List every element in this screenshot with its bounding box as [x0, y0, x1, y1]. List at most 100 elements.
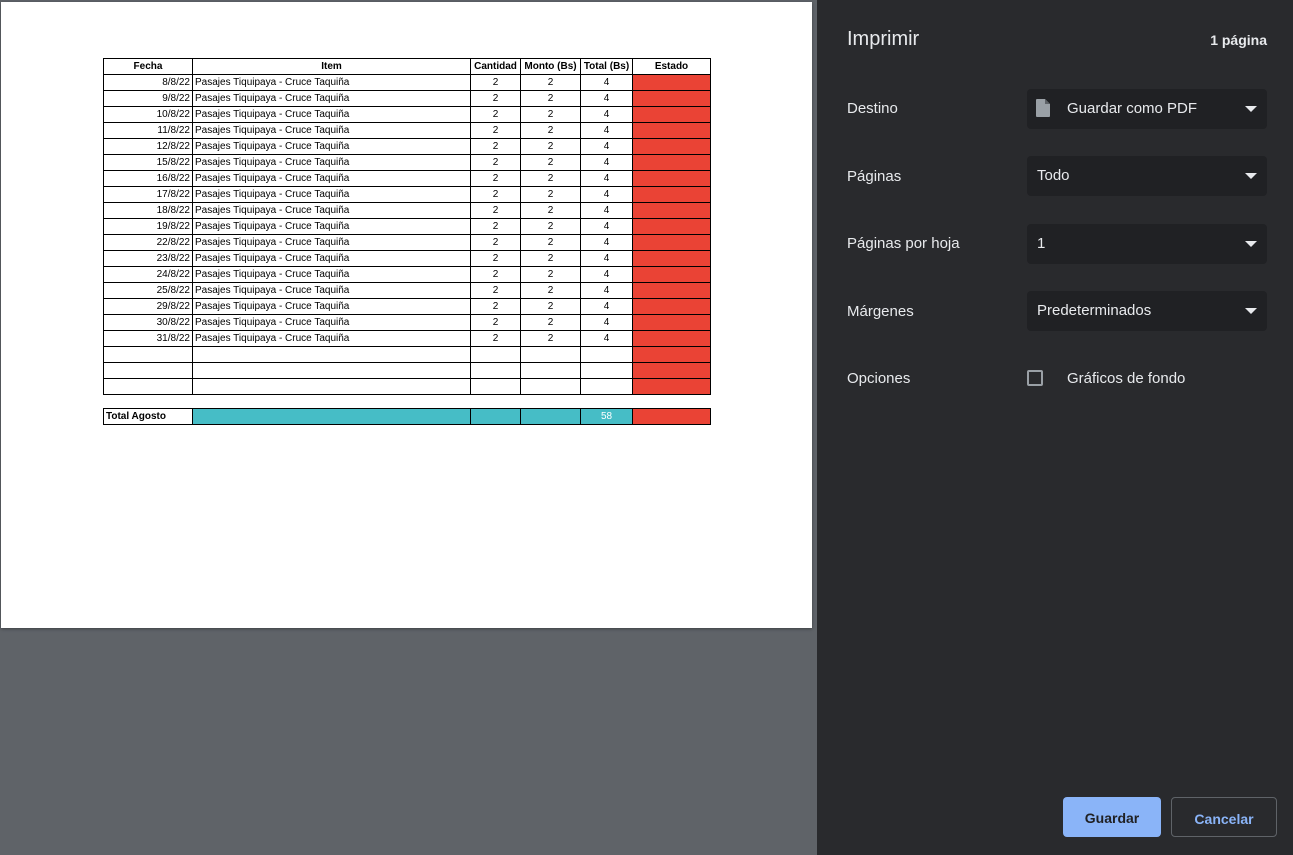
cell-total: 4 [580, 218, 633, 235]
cell-cantidad: 2 [470, 234, 521, 251]
cell-fecha: 22/8/22 [103, 234, 193, 251]
page-count: 1 página [1210, 32, 1267, 48]
cell-cantidad: 2 [470, 74, 521, 91]
cell-monto: 2 [520, 298, 581, 315]
cell-fecha: 11/8/22 [103, 122, 193, 139]
total-estado [632, 408, 711, 425]
cell-fecha: 31/8/22 [103, 330, 193, 347]
destino-value: Guardar como PDF [1067, 100, 1198, 117]
cell-fecha: 16/8/22 [103, 170, 193, 187]
caret-down-icon [1245, 308, 1257, 314]
cell-cantidad: 2 [470, 122, 521, 139]
spreadsheet-table: Fecha Item Cantidad Monto (Bs) Total (Bs… [103, 58, 711, 425]
cell-cantidad: 2 [470, 218, 521, 235]
cell-cantidad: 2 [470, 138, 521, 155]
cell-estado [632, 266, 711, 283]
cell-total: 4 [580, 122, 633, 139]
table-row [103, 362, 711, 379]
total-value: 58 [580, 408, 633, 425]
cell-total [580, 378, 633, 395]
cell-monto: 2 [520, 186, 581, 203]
table-row: 19/8/22 Pasajes Tiquipaya - Cruce Taquiña… [103, 218, 711, 235]
por-hoja-select[interactable]: 1 [1027, 224, 1267, 264]
header-cantidad: Cantidad [470, 58, 521, 75]
header-estado: Estado [632, 58, 711, 75]
margenes-value: Predeterminados [1037, 302, 1152, 319]
cell-estado [632, 346, 711, 363]
cell-total: 4 [580, 202, 633, 219]
cell-item: Pasajes Tiquipaya - Cruce Taquiña [192, 282, 471, 299]
cell-estado [632, 106, 711, 123]
cell-cantidad [470, 346, 521, 363]
table-row: 12/8/22 Pasajes Tiquipaya - Cruce Taquiña… [103, 138, 711, 155]
cell-monto: 2 [520, 138, 581, 155]
cell-total: 4 [580, 330, 633, 347]
table-row: 23/8/22 Pasajes Tiquipaya - Cruce Taquiña… [103, 250, 711, 267]
cell-estado [632, 362, 711, 379]
cell-fecha: 24/8/22 [103, 266, 193, 283]
header-monto: Monto (Bs) [520, 58, 581, 75]
cell-monto: 2 [520, 122, 581, 139]
cell-total: 4 [580, 282, 633, 299]
cell-item [192, 346, 471, 363]
paginas-select[interactable]: Todo [1027, 156, 1267, 196]
total-row: Total Agosto 58 [103, 408, 711, 425]
cell-total [580, 362, 633, 379]
cell-estado [632, 122, 711, 139]
cell-item: Pasajes Tiquipaya - Cruce Taquiña [192, 122, 471, 139]
cell-monto [520, 362, 581, 379]
cell-fecha: 29/8/22 [103, 298, 193, 315]
cell-item: Pasajes Tiquipaya - Cruce Taquiña [192, 170, 471, 187]
cell-cantidad: 2 [470, 170, 521, 187]
cell-monto [520, 346, 581, 363]
cell-cantidad: 2 [470, 266, 521, 283]
cell-estado [632, 314, 711, 331]
cell-fecha: 25/8/22 [103, 282, 193, 299]
cell-cantidad: 2 [470, 250, 521, 267]
table-row: 22/8/22 Pasajes Tiquipaya - Cruce Taquiña… [103, 234, 711, 251]
paginas-value: Todo [1037, 167, 1070, 184]
cell-item: Pasajes Tiquipaya - Cruce Taquiña [192, 202, 471, 219]
file-icon [1036, 99, 1050, 117]
cell-item: Pasajes Tiquipaya - Cruce Taquiña [192, 234, 471, 251]
table-header-row: Fecha Item Cantidad Monto (Bs) Total (Bs… [103, 58, 711, 75]
margenes-label: Márgenes [847, 303, 914, 320]
cell-total [580, 346, 633, 363]
cell-item: Pasajes Tiquipaya - Cruce Taquiña [192, 154, 471, 171]
cell-item [192, 378, 471, 395]
cell-total: 4 [580, 154, 633, 171]
graficos-checkbox[interactable] [1027, 370, 1043, 386]
cell-estado [632, 186, 711, 203]
cell-item: Pasajes Tiquipaya - Cruce Taquiña [192, 266, 471, 283]
cell-fecha: 17/8/22 [103, 186, 193, 203]
cell-total: 4 [580, 74, 633, 91]
cell-cantidad: 2 [470, 298, 521, 315]
cell-total: 4 [580, 250, 633, 267]
print-settings-panel: Imprimir 1 página Destino Guardar como P… [817, 0, 1293, 855]
cell-fecha [103, 346, 193, 363]
margenes-select[interactable]: Predeterminados [1027, 291, 1267, 331]
cell-monto: 2 [520, 90, 581, 107]
caret-down-icon [1245, 173, 1257, 179]
cell-item: Pasajes Tiquipaya - Cruce Taquiña [192, 74, 471, 91]
save-button[interactable]: Guardar [1063, 797, 1161, 837]
cancel-button[interactable]: Cancelar [1171, 797, 1277, 837]
cell-item: Pasajes Tiquipaya - Cruce Taquiña [192, 250, 471, 267]
table-row: 10/8/22 Pasajes Tiquipaya - Cruce Taquiña… [103, 106, 711, 123]
header-item: Item [192, 58, 471, 75]
cell-fecha: 10/8/22 [103, 106, 193, 123]
total-label: Total Agosto [103, 408, 193, 425]
cell-monto: 2 [520, 170, 581, 187]
caret-down-icon [1245, 241, 1257, 247]
spacer-row [104, 395, 711, 409]
cell-item: Pasajes Tiquipaya - Cruce Taquiña [192, 106, 471, 123]
opciones-label: Opciones [847, 370, 911, 387]
cell-estado [632, 154, 711, 171]
graficos-label[interactable]: Gráficos de fondo [1067, 370, 1185, 387]
print-preview-area: Fecha Item Cantidad Monto (Bs) Total (Bs… [0, 0, 817, 855]
cell-estado [632, 138, 711, 155]
table-row [103, 378, 711, 395]
cell-monto: 2 [520, 202, 581, 219]
destino-select[interactable]: Guardar como PDF [1027, 89, 1267, 129]
cell-total: 4 [580, 186, 633, 203]
